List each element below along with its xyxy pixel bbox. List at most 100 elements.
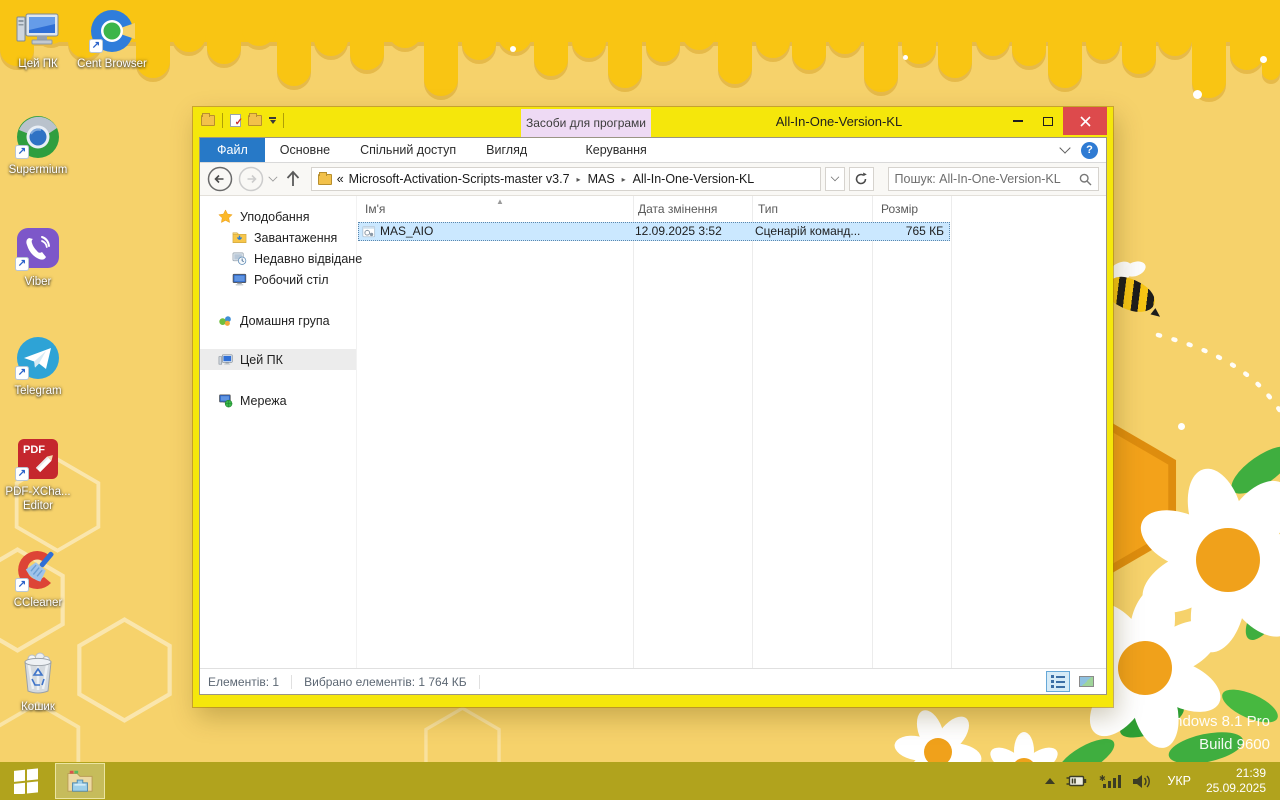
desktop-icon-cent-browser[interactable]: ↗ Cent Browser [74, 8, 150, 71]
desktop-icon-label: Кошик [0, 700, 76, 714]
refresh-icon [854, 172, 868, 186]
column-header-modified[interactable]: Дата змінення [638, 196, 717, 221]
sidebar-item-desktop[interactable]: Робочий стіл [200, 269, 356, 290]
this-pc-icon [15, 8, 61, 54]
thumbnail-view-button[interactable] [1074, 671, 1098, 692]
language-indicator[interactable]: УКР [1163, 774, 1195, 788]
breadcrumb-segment-current[interactable]: All-In-One-Version-KL [633, 172, 755, 186]
explorer-main: Уподобання Завантаження Недавно відвідан… [200, 196, 1106, 668]
column-header-type[interactable]: Тип [758, 196, 778, 221]
taskbar-clock[interactable]: 21:39 25.09.2025 [1206, 766, 1270, 796]
forward-button[interactable] [238, 166, 264, 192]
sidebar-item-downloads[interactable]: Завантаження [200, 227, 356, 248]
desktop-icon-this-pc[interactable]: Цей ПК [0, 8, 76, 71]
sidebar-item-label: Уподобання [240, 210, 309, 224]
window-system-icon[interactable] [201, 115, 215, 126]
sidebar-item-label: Завантаження [254, 231, 337, 245]
refresh-button[interactable] [849, 167, 874, 191]
svg-text:✱: ✱ [1099, 774, 1106, 783]
taskbar-file-explorer-button[interactable] [55, 763, 105, 799]
tab-manage[interactable]: Керування [551, 138, 681, 162]
star-icon [218, 209, 233, 224]
breadcrumb-overflow[interactable]: « [337, 172, 344, 186]
recent-locations-icon[interactable] [268, 173, 277, 182]
collapse-ribbon-icon[interactable] [1059, 142, 1070, 153]
search-input[interactable] [895, 172, 1079, 186]
address-bar[interactable]: « Microsoft-Activation-Scripts-master v3… [311, 167, 822, 191]
shortcut-arrow-icon: ↗ [15, 366, 29, 380]
ccleaner-icon: ↗ [15, 547, 61, 593]
ribbon-tab-row: Файл Основне Спільний доступ Вигляд Керу… [200, 138, 1106, 163]
watermark-build: Build 9600 [1157, 733, 1270, 756]
desktop-icon-viber[interactable]: ↗ Viber [0, 226, 76, 289]
properties-icon[interactable]: ✓ [230, 114, 241, 127]
customize-qat-icon[interactable] [269, 117, 276, 124]
tab-view[interactable]: Вигляд [471, 138, 542, 162]
breadcrumb-separator-icon[interactable]: ▸ [575, 175, 583, 184]
help-icon[interactable]: ? [1081, 142, 1098, 159]
recycle-bin-icon [15, 651, 61, 697]
minimize-button[interactable] [1003, 107, 1033, 135]
search-box[interactable] [888, 167, 1099, 191]
quick-access-toolbar: ✓ [201, 113, 284, 128]
desktop-icon-pdf-xchange[interactable]: PDF ↗ PDF-XCha...Editor [0, 436, 76, 513]
desktop-icon-supermium[interactable]: ↗ Supermium [0, 114, 76, 177]
show-hidden-icons-button[interactable] [1045, 778, 1055, 784]
network-icon [218, 393, 233, 408]
clock-time: 21:39 [1206, 766, 1266, 781]
minimize-icon [1013, 120, 1023, 122]
up-button[interactable] [284, 169, 302, 189]
shortcut-arrow-icon: ↗ [89, 39, 103, 53]
thumbnail-view-icon [1079, 676, 1094, 687]
sidebar-item-label: Недавно відвідане [254, 252, 362, 266]
shortcut-arrow-icon: ↗ [15, 145, 29, 159]
viber-icon: ↗ [15, 226, 61, 272]
sidebar-item-label: Робочий стіл [254, 273, 329, 287]
telegram-icon: ↗ [15, 335, 61, 381]
tab-share[interactable]: Спільний доступ [345, 138, 471, 162]
search-icon[interactable] [1079, 173, 1092, 186]
breadcrumb-segment-root[interactable]: Microsoft-Activation-Scripts-master v3.7 [349, 172, 570, 186]
volume-icon[interactable] [1132, 774, 1152, 789]
network-signal-icon[interactable]: ✱ [1099, 774, 1121, 789]
explorer-window: ✓ Засоби для програми All-In-One-Version… [193, 107, 1113, 707]
file-list: ▲ Ім'я Дата змінення Тип Розмір [357, 196, 1106, 668]
desktop-icon-recycle-bin[interactable]: Кошик [0, 651, 76, 714]
desktop-icon-label: Viber [0, 275, 76, 289]
battery-icon[interactable] [1066, 774, 1088, 788]
desktop-monitor-icon [232, 272, 247, 287]
clock-date: 25.09.2025 [1206, 781, 1266, 796]
breadcrumb-segment-mas[interactable]: MAS [588, 172, 615, 186]
folder-icon [318, 174, 332, 185]
sidebar-item-label: Домашня група [240, 314, 330, 328]
this-pc-icon [218, 352, 233, 367]
window-client-area: Файл Основне Спільний доступ Вигляд Керу… [199, 137, 1107, 695]
file-type: Сценарій команд... [755, 223, 860, 240]
back-button[interactable] [207, 166, 233, 192]
breadcrumb-separator-icon[interactable]: ▸ [620, 175, 628, 184]
desktop-icon-ccleaner[interactable]: ↗ CCleaner [0, 547, 76, 610]
windows-logo-icon [13, 768, 39, 794]
sidebar-item-recent-places[interactable]: Недавно відвідане [200, 248, 356, 269]
sidebar-item-network[interactable]: Мережа [200, 390, 356, 411]
navigation-pane: Уподобання Завантаження Недавно відвідан… [200, 196, 357, 668]
column-header-size[interactable]: Розмір [881, 196, 918, 221]
new-folder-icon[interactable] [248, 115, 262, 126]
sidebar-item-favorites[interactable]: Уподобання [200, 206, 356, 227]
sidebar-item-homegroup[interactable]: Домашня група [200, 310, 356, 331]
homegroup-icon [218, 313, 233, 328]
close-button[interactable] [1063, 107, 1107, 135]
watermark-edition: Windows 8.1 Pro [1157, 710, 1270, 733]
file-row-selected[interactable]: MAS_AIO 12.09.2025 3:52 Сценарій команд.… [358, 222, 950, 241]
tab-home[interactable]: Основне [265, 138, 345, 162]
batch-file-icon [362, 225, 376, 239]
sidebar-item-this-pc[interactable]: Цей ПК [200, 349, 356, 370]
column-header-name[interactable]: Ім'я [365, 196, 385, 221]
tab-file[interactable]: Файл [200, 138, 265, 162]
maximize-button[interactable] [1033, 107, 1063, 135]
details-view-button[interactable] [1046, 671, 1070, 692]
start-button[interactable] [0, 762, 52, 800]
address-dropdown-button[interactable] [825, 167, 844, 191]
desktop-icon-telegram[interactable]: ↗ Telegram [0, 335, 76, 398]
taskbar: ✱ УКР 21:39 25.09.2025 [0, 762, 1280, 800]
